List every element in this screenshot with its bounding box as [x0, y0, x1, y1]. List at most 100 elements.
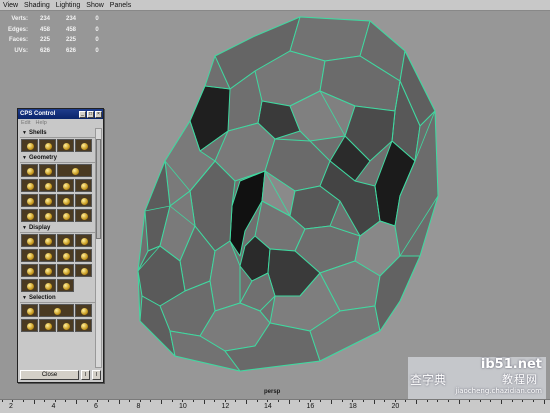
tool-row	[21, 209, 95, 222]
timeline-tick	[161, 400, 162, 404]
timeline-tick	[532, 400, 534, 402]
tool-button[interactable]	[57, 264, 74, 277]
tool-button[interactable]	[57, 209, 74, 222]
tool-button[interactable]	[21, 279, 38, 292]
tool-button[interactable]	[39, 304, 74, 317]
tool-button[interactable]	[57, 319, 74, 332]
menu-view[interactable]: View	[0, 0, 21, 10]
menu-lighting[interactable]: Lighting	[53, 0, 84, 10]
panel-scrollbar[interactable]	[95, 128, 102, 368]
tool-button[interactable]	[75, 179, 92, 192]
hud-label: Edges:	[7, 26, 28, 33]
viewport-persp[interactable]: Verts: 234 234 0 Edges: 458 458 0 Faces:…	[0, 11, 550, 399]
time-slider[interactable]: 2 4 6 8 10 12 14 16 18 20	[0, 399, 550, 413]
tool-button[interactable]	[39, 279, 56, 292]
menu-shading[interactable]: Shading	[21, 0, 53, 10]
tool-button[interactable]	[75, 264, 92, 277]
hud-value: 458	[65, 26, 76, 33]
section-title: Selection	[28, 295, 56, 301]
close-icon[interactable]: ×	[95, 110, 102, 118]
timeline-tick	[256, 400, 258, 402]
hud-value: 0	[95, 26, 99, 33]
tool-button[interactable]	[75, 209, 92, 222]
section-shells[interactable]: ▼ Shells	[20, 129, 95, 138]
timeline-tick	[214, 400, 216, 402]
timeline-label: 20	[391, 403, 400, 410]
tool-button[interactable]	[57, 179, 74, 192]
timeline-tick	[65, 400, 67, 402]
tool-button[interactable]	[39, 264, 56, 277]
tool-button[interactable]	[21, 249, 38, 262]
tool-button[interactable]	[39, 139, 56, 152]
hud-row-verts: Verts: 234 234 0	[4, 14, 110, 25]
collapse-arrow-icon: ▼	[22, 225, 27, 231]
menu-help[interactable]: Help	[35, 119, 46, 127]
tool-button[interactable]	[21, 209, 38, 222]
tool-button[interactable]	[75, 304, 92, 317]
tool-button[interactable]	[39, 319, 56, 332]
tool-button[interactable]	[75, 234, 92, 247]
timeline-label: 12	[221, 403, 230, 410]
tool-button[interactable]	[21, 319, 38, 332]
timeline-tick	[394, 400, 396, 402]
tool-button[interactable]	[75, 319, 92, 332]
tool-row	[21, 139, 95, 152]
tool-button[interactable]	[21, 304, 38, 317]
tool-button[interactable]	[21, 234, 38, 247]
tool-button[interactable]	[57, 164, 92, 177]
tool-button[interactable]	[21, 139, 38, 152]
hud-value: 0	[95, 37, 99, 43]
menu-edit[interactable]: Edit	[21, 119, 30, 127]
hud-value: 225	[39, 37, 50, 43]
maximize-icon[interactable]: □	[87, 110, 94, 118]
timeline-tick	[192, 400, 194, 402]
timeline-tick	[33, 400, 35, 404]
section-geometry[interactable]: ▼ Geometry	[20, 154, 95, 163]
section-display[interactable]: ▼ Display	[20, 224, 95, 233]
tool-button[interactable]	[75, 139, 92, 152]
timeline-tick	[107, 400, 109, 402]
tool-button[interactable]	[75, 249, 92, 262]
cps-control-window[interactable]: CPS Control _ □ × Edit Help ▼ Shells ▼ Geo…	[17, 108, 104, 383]
tool-button[interactable]	[57, 139, 74, 152]
close-button[interactable]: Close	[20, 370, 79, 380]
timeline-tick	[479, 400, 481, 402]
window-titlebar[interactable]: CPS Control _ □ ×	[18, 109, 103, 119]
timeline-label: 6	[94, 403, 98, 410]
section-selection[interactable]: ▼ Selection	[20, 294, 95, 303]
hud-row-uvs: UVs: 626 626 0	[4, 46, 110, 57]
timeline-tick	[54, 400, 56, 402]
tool-row	[21, 304, 95, 317]
tool-button[interactable]	[39, 234, 56, 247]
tool-button[interactable]	[21, 179, 38, 192]
timeline-tick	[86, 400, 88, 402]
tool-button[interactable]	[39, 194, 56, 207]
hud-value: 234	[39, 16, 50, 22]
minimize-icon[interactable]: _	[79, 110, 86, 118]
timeline-tick	[490, 400, 492, 402]
tool-button[interactable]	[75, 194, 92, 207]
tool-button[interactable]	[21, 164, 38, 177]
menu-panels[interactable]: Panels	[107, 0, 134, 10]
footer-button-b[interactable]: I	[92, 370, 101, 380]
footer-button-a[interactable]: I	[81, 370, 90, 380]
tool-row	[21, 194, 95, 207]
timeline-tick	[277, 400, 279, 402]
tool-button[interactable]	[21, 194, 38, 207]
tool-button[interactable]	[57, 249, 74, 262]
timeline-tick	[416, 400, 417, 404]
tool-button[interactable]	[57, 279, 74, 292]
tool-button[interactable]	[39, 249, 56, 262]
camera-label: persp	[264, 389, 281, 395]
tool-button[interactable]	[39, 209, 56, 222]
tool-button[interactable]	[57, 234, 74, 247]
tool-button[interactable]	[57, 194, 74, 207]
tool-button[interactable]	[21, 264, 38, 277]
tool-button[interactable]	[39, 164, 56, 177]
timeline-tick	[447, 400, 449, 402]
tool-button[interactable]	[39, 179, 56, 192]
scrollbar-thumb[interactable]	[96, 139, 101, 239]
window-title: CPS Control	[20, 111, 56, 117]
menu-show[interactable]: Show	[83, 0, 107, 10]
hud-row-faces: Faces: 225 225 0	[4, 35, 110, 46]
